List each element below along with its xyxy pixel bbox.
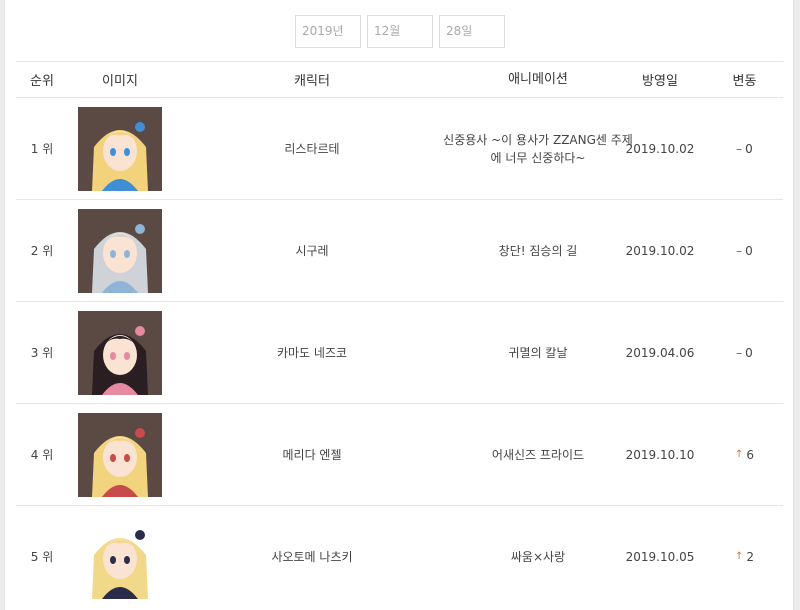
animation-title: 싸움×사랑 [510, 549, 566, 564]
no-change-icon: – [736, 141, 743, 156]
character-name: 메리다 엔젤 [282, 448, 342, 462]
year-select[interactable]: 2019년 [295, 15, 361, 48]
arrow-up-icon: ↑ [734, 551, 744, 562]
character-name: 카마도 네즈코 [276, 346, 348, 360]
arrow-up-icon: ↑ [734, 449, 744, 460]
table-row: 5 위 사오토메 나츠키 싸움×사랑 2019.10.05 ↑ 2 [16, 505, 783, 607]
header-image: 이미지 [102, 74, 138, 89]
rank-change: – 0 [706, 200, 783, 301]
character-thumbnail[interactable] [78, 106, 162, 191]
change-value: 0 [745, 345, 753, 360]
table-header: 순위 이미지 캐릭터 애니메이션 방영일 변동 [16, 61, 783, 97]
portrait-illustration [78, 310, 162, 395]
portrait-illustration [78, 412, 162, 497]
table-row: 4 위 메리다 엔젤 어새신즈 프라이드 2019.10.10 ↑ 6 [16, 403, 783, 505]
table-row: 3 위 카마도 네즈코 귀멸의 칼날 2019.04.06 – 0 [16, 301, 783, 403]
air-date: 2019.10.02 [625, 141, 695, 156]
rank-cell: 3 위 [30, 346, 54, 360]
portrait-illustration [78, 106, 162, 191]
header-animation: 애니메이션 [508, 71, 568, 87]
table-row: 2 위 시구레 창단! 짐승의 길 2019.10.02 – 0 [16, 199, 783, 301]
header-change: 변동 [732, 74, 757, 89]
rank-cell: 1 위 [30, 142, 54, 156]
character-thumbnail-cell [74, 98, 166, 199]
no-change-icon: – [736, 345, 743, 360]
ranking-panel: 2019년 12월 28일 순위 이미지 캐릭터 애니메이션 방영일 변동 1 … [4, 0, 794, 610]
animation-title: 귀멸의 칼날 [508, 345, 568, 360]
ranking-table: 순위 이미지 캐릭터 애니메이션 방영일 변동 1 위 리스타르테 신중용사 ~… [16, 61, 783, 607]
animation-title: 창단! 짐승의 길 [498, 243, 578, 258]
air-date: 2019.10.02 [625, 243, 695, 258]
character-name: 리스타르테 [284, 142, 340, 156]
character-thumbnail-cell [74, 506, 166, 607]
portrait-illustration [78, 208, 162, 293]
table-row: 1 위 리스타르테 신중용사 ~이 용사가 ZZANG센 주제에 너무 신중하다… [16, 97, 783, 199]
header-rank: 순위 [30, 74, 54, 89]
character-thumbnail[interactable] [78, 514, 162, 599]
character-thumbnail-cell [74, 200, 166, 301]
air-date: 2019.10.10 [625, 447, 695, 462]
portrait-illustration [78, 514, 162, 599]
rank-cell: 4 위 [30, 448, 54, 462]
rank-change: – 0 [706, 302, 783, 403]
air-date: 2019.04.06 [625, 345, 695, 360]
character-name: 시구레 [295, 244, 329, 258]
rank-change: ↑ 2 [706, 506, 783, 607]
month-select[interactable]: 12월 [367, 15, 433, 48]
no-change-icon: – [736, 243, 743, 258]
change-value: 2 [746, 549, 755, 564]
change-value: 0 [745, 141, 753, 156]
rank-change: ↑ 6 [706, 404, 783, 505]
header-air-date: 방영일 [642, 74, 678, 89]
change-value: 6 [746, 447, 755, 462]
character-thumbnail[interactable] [78, 412, 162, 497]
date-selector: 2019년 12월 28일 [5, 15, 793, 48]
character-thumbnail-cell [74, 302, 166, 403]
change-value: 0 [745, 243, 753, 258]
animation-title: 신중용사 ~이 용사가 ZZANG센 주제에 너무 신중하다~ [443, 132, 633, 165]
header-character: 캐릭터 [294, 74, 330, 89]
animation-title: 어새신즈 프라이드 [491, 447, 585, 462]
character-thumbnail[interactable] [78, 208, 162, 293]
rank-cell: 5 위 [30, 550, 54, 564]
character-name: 사오토메 나츠키 [271, 550, 353, 564]
air-date: 2019.10.05 [625, 549, 695, 564]
character-thumbnail[interactable] [78, 310, 162, 395]
rank-change: – 0 [706, 98, 783, 199]
rank-cell: 2 위 [30, 244, 54, 258]
day-select[interactable]: 28일 [439, 15, 505, 48]
character-thumbnail-cell [74, 404, 166, 505]
